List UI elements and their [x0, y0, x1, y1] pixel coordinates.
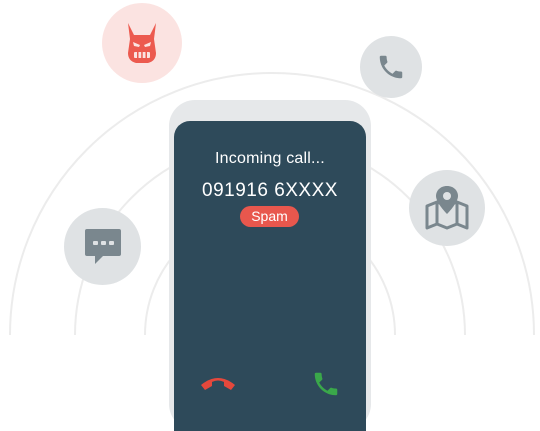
incoming-call-title: Incoming call... — [215, 150, 325, 167]
map-pin-icon — [425, 186, 469, 230]
call-feature-badge — [360, 36, 422, 98]
answer-call-icon — [314, 372, 338, 396]
spam-label-badge: Spam — [240, 206, 299, 227]
answer-call-button[interactable] — [308, 366, 344, 402]
hang-up-icon — [201, 378, 235, 390]
spam-threat-badge — [102, 3, 182, 83]
devil-face-icon — [128, 23, 156, 63]
location-feature-badge — [409, 170, 485, 246]
phone-icon — [379, 55, 403, 79]
caller-number: 091916 6XXXX — [202, 180, 338, 201]
decline-call-button[interactable] — [197, 368, 239, 398]
chat-bubble-icon — [84, 228, 121, 264]
message-feature-badge — [64, 208, 141, 285]
